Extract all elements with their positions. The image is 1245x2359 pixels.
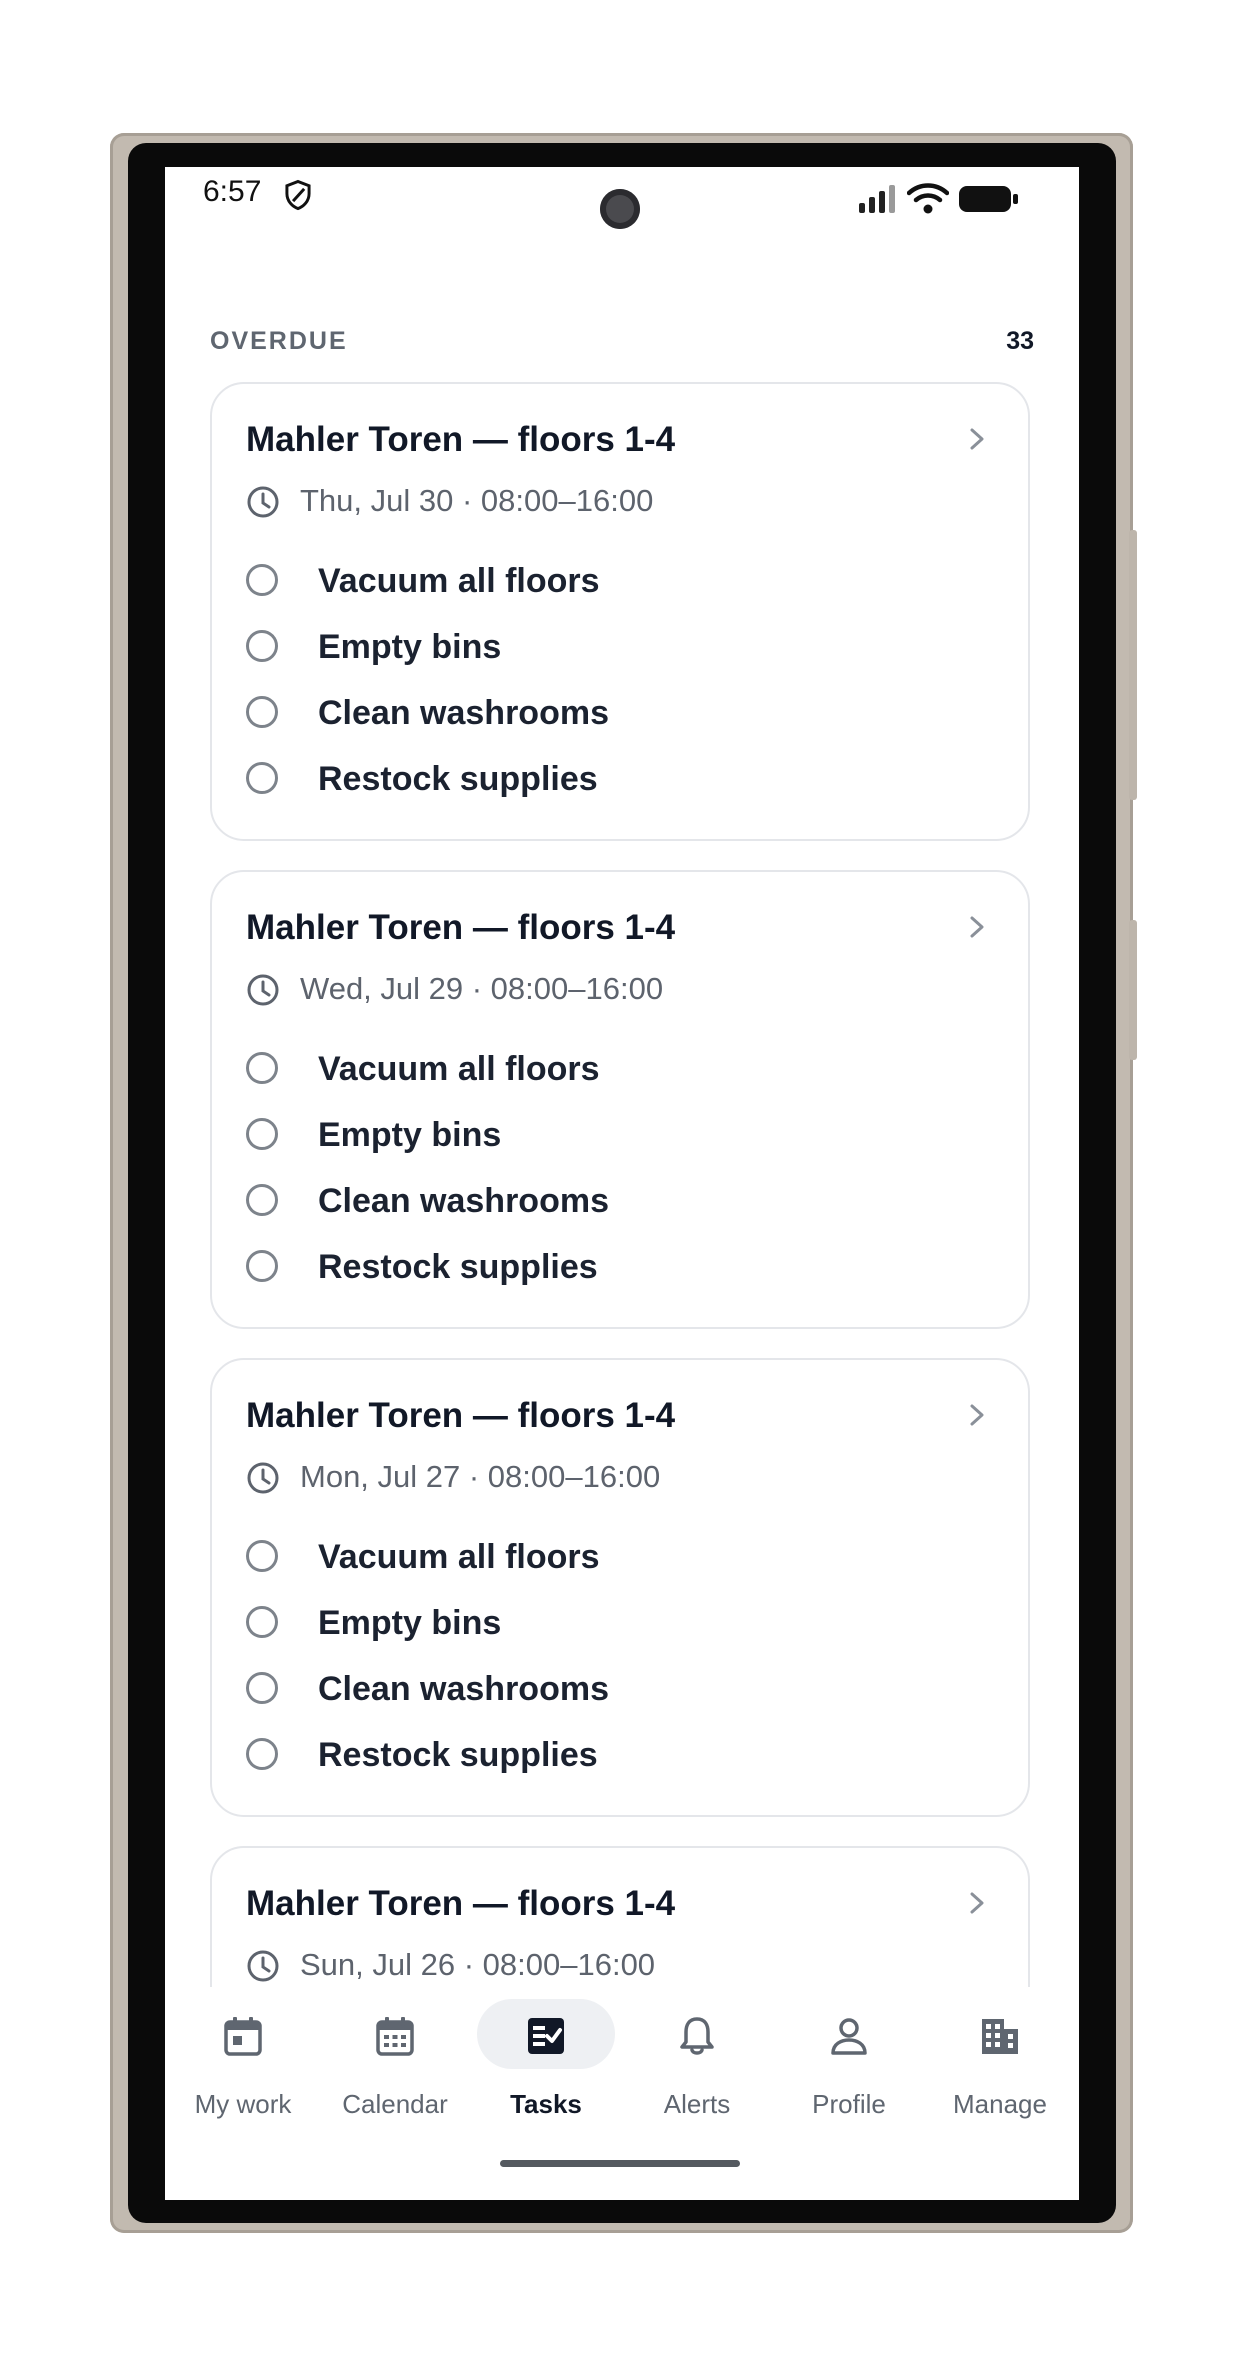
task-item[interactable]: Vacuum all floors xyxy=(246,1050,946,1092)
task-checkbox[interactable] xyxy=(246,1184,278,1216)
task-label: Vacuum all floors xyxy=(318,1538,600,1576)
task-item[interactable]: Restock supplies xyxy=(246,760,946,802)
calendar-grid-icon xyxy=(376,2017,414,2056)
task-label: Vacuum all floors xyxy=(318,1050,600,1088)
card-time: Thu, Jul 30 · 08:00–16:00 xyxy=(300,483,654,518)
nav-calendar[interactable]: Calendar xyxy=(319,1987,471,2127)
nav-label: Manage xyxy=(953,2089,1047,2119)
task-label: Restock supplies xyxy=(318,1248,598,1286)
task-item[interactable]: Clean washrooms xyxy=(246,1670,946,1712)
clock-icon xyxy=(247,486,279,518)
task-item[interactable]: Empty bins xyxy=(246,1604,946,1646)
task-checkbox[interactable] xyxy=(246,1672,278,1704)
calendar-day-icon xyxy=(224,2017,262,2056)
status-time: 6:57 xyxy=(203,175,262,208)
task-card[interactable]: Mahler Toren — floors 1-4 Mon, Jul 27 · … xyxy=(210,1358,1030,1817)
home-indicator[interactable] xyxy=(500,2160,740,2167)
status-icons xyxy=(857,177,1019,214)
clock-icon xyxy=(247,1950,279,1982)
card-title: Mahler Toren — floors 1-4 xyxy=(246,908,676,947)
task-label: Clean washrooms xyxy=(318,1182,609,1220)
task-checkbox[interactable] xyxy=(246,630,278,662)
chevron-right-icon xyxy=(970,428,984,450)
nav-my-work[interactable]: My work xyxy=(167,1987,319,2127)
task-label: Empty bins xyxy=(318,1116,502,1154)
chevron-right-icon xyxy=(970,1404,984,1426)
card-title: Mahler Toren — floors 1-4 xyxy=(246,1884,676,1923)
card-title: Mahler Toren — floors 1-4 xyxy=(246,420,676,459)
nav-manage[interactable]: Manage xyxy=(924,1987,1076,2127)
task-checkbox[interactable] xyxy=(246,1052,278,1084)
clock-icon xyxy=(247,974,279,1006)
nav-alerts[interactable]: Alerts xyxy=(621,1987,773,2127)
task-label: Vacuum all floors xyxy=(318,562,600,600)
power-button xyxy=(1129,920,1137,1060)
task-label: Clean washrooms xyxy=(318,1670,609,1708)
task-card[interactable]: Mahler Toren — floors 1-4 Thu, Jul 30 · … xyxy=(210,382,1030,841)
task-item[interactable]: Clean washrooms xyxy=(246,1182,946,1224)
card-title: Mahler Toren — floors 1-4 xyxy=(246,1396,676,1435)
task-checkbox[interactable] xyxy=(246,1738,278,1770)
task-item[interactable]: Vacuum all floors xyxy=(246,562,946,604)
nav-tasks[interactable]: Tasks xyxy=(470,1987,622,2127)
task-item[interactable]: Clean washrooms xyxy=(246,694,946,736)
status-bar: 6:57 xyxy=(165,167,1079,229)
front-camera xyxy=(600,189,640,229)
task-checkbox[interactable] xyxy=(246,1606,278,1638)
nav-label: My work xyxy=(194,2089,292,2119)
nav-label: Profile xyxy=(812,2089,886,2119)
chevron-right-icon xyxy=(970,1892,984,1914)
task-checkbox[interactable] xyxy=(246,1118,278,1150)
shield-icon xyxy=(285,179,311,211)
card-time: Wed, Jul 29 · 08:00–16:00 xyxy=(300,971,664,1006)
task-item[interactable]: Restock supplies xyxy=(246,1248,946,1290)
wifi-icon xyxy=(907,183,949,214)
nav-label: Calendar xyxy=(342,2089,448,2119)
card-time: Mon, Jul 27 · 08:00–16:00 xyxy=(300,1459,661,1494)
task-checkbox[interactable] xyxy=(246,1250,278,1282)
task-item[interactable]: Empty bins xyxy=(246,628,946,670)
task-item[interactable]: Vacuum all floors xyxy=(246,1538,946,1580)
card-time: Sun, Jul 26 · 08:00–16:00 xyxy=(300,1947,656,1982)
overdue-section-header: OVERDUE 33 xyxy=(210,327,1034,363)
nav-label: Tasks xyxy=(510,2089,582,2119)
task-label: Empty bins xyxy=(318,628,502,666)
task-label: Clean washrooms xyxy=(318,694,609,732)
section-count: 33 xyxy=(1006,327,1034,355)
bottom-navigation: My work Calendar Tasks Alerts Profile Ma… xyxy=(165,1987,1079,2200)
section-title: OVERDUE xyxy=(210,327,348,355)
chevron-right-icon xyxy=(970,916,984,938)
battery-icon xyxy=(959,186,1018,212)
task-label: Restock supplies xyxy=(318,1736,598,1774)
task-item[interactable]: Restock supplies xyxy=(246,1736,946,1778)
task-checkbox[interactable] xyxy=(246,762,278,794)
task-checkbox[interactable] xyxy=(246,696,278,728)
bell-icon xyxy=(680,2017,714,2055)
clock-icon xyxy=(247,1462,279,1494)
nav-profile[interactable]: Profile xyxy=(773,1987,925,2127)
person-icon xyxy=(831,2018,867,2055)
task-label: Restock supplies xyxy=(318,760,598,798)
task-checklist-icon xyxy=(528,2018,564,2054)
task-checkbox[interactable] xyxy=(246,564,278,596)
building-icon xyxy=(982,2019,1018,2054)
nav-label: Alerts xyxy=(663,2089,731,2119)
task-item[interactable]: Empty bins xyxy=(246,1116,946,1158)
screen: 6:57 OVERDUE 33 Mahler Toren — floors 1-… xyxy=(165,167,1079,2200)
task-card[interactable]: Mahler Toren — floors 1-4 Wed, Jul 29 · … xyxy=(210,870,1030,1329)
volume-button xyxy=(1129,530,1137,800)
task-checkbox[interactable] xyxy=(246,1540,278,1572)
task-label: Empty bins xyxy=(318,1604,502,1642)
signal-icon xyxy=(859,185,895,213)
